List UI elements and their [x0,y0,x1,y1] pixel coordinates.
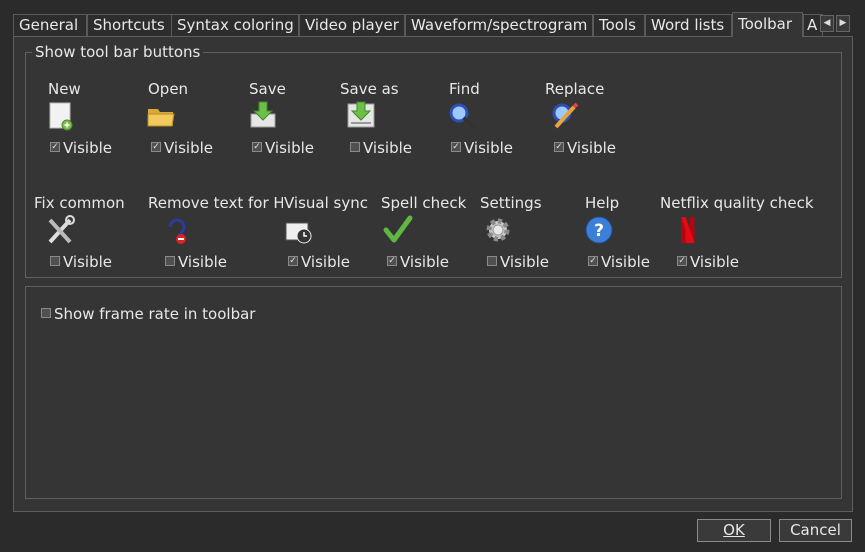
tab-scroll-right-button[interactable]: ▶ [836,15,850,32]
tab-waveform-spectrogram[interactable]: Waveform/spectrogram [405,14,593,36]
button-label-find: Find [449,80,480,98]
checkbox-label: Show frame rate in toolbar [54,305,256,323]
tab-shortcuts[interactable]: Shortcuts [87,14,183,36]
tab-word-lists[interactable]: Word lists [645,14,732,36]
checkbox-box[interactable] [41,308,51,318]
cancel-button[interactable]: Cancel [779,519,852,542]
new-file-icon [47,101,77,131]
ok-button-label: OK [723,521,745,539]
save-as-icon [346,100,376,130]
checkbox-label: Visible [500,253,549,271]
checkbox-box[interactable]: ✓ [50,142,60,152]
button-label-save-as: Save as [340,80,399,98]
tab-toolbar[interactable]: Toolbar [732,12,803,37]
button-label-netflix-quality-check: Netflix quality check [660,194,814,212]
checkbox-box[interactable]: ✓ [451,142,461,152]
tab-tools[interactable]: Tools [593,14,645,36]
button-label-save: Save [249,80,286,98]
button-label-remove-text-for-hi: Remove text for HI [148,194,283,212]
checkbox-label: Visible [301,253,350,271]
replace-icon [550,101,580,131]
checkbox-box[interactable] [487,256,497,266]
arrow-right-icon: ▶ [839,18,847,28]
checkbox-label: Visible [690,253,739,271]
tab-bar: General Shortcuts Syntax coloring Video … [13,12,853,37]
tab-syntax-coloring[interactable]: Syntax coloring [171,14,299,36]
gear-icon [483,215,513,245]
clapper-clock-icon [284,215,314,245]
button-label-open: Open [148,80,189,98]
toolbar-buttons-group: Show tool bar buttons New ✓ Visible Open… [25,44,842,278]
checkbox-label: Visible [601,253,650,271]
checkbox-box[interactable]: ✓ [588,256,598,266]
tab-general[interactable]: General [13,14,87,36]
checkbox-box[interactable]: ✓ [677,256,687,266]
frame-rate-panel: Show frame rate in toolbar [25,286,842,499]
remove-hi-icon [161,215,191,245]
magnifier-icon [447,101,477,131]
button-label-settings: Settings [480,194,542,212]
checkbox-box[interactable] [165,256,175,266]
checkbox-box[interactable]: ✓ [151,142,161,152]
folder-icon [146,101,176,131]
toolbar-settings-page: Show tool bar buttons New ✓ Visible Open… [13,36,853,512]
checkbox-label: Visible [363,139,412,157]
checkbox-box[interactable] [50,256,60,266]
checkmark-icon [383,215,413,245]
tab-video-player[interactable]: Video player [299,14,405,36]
checkbox-box[interactable] [350,142,360,152]
checkbox-label: Visible [63,253,112,271]
button-label-replace: Replace [545,80,605,98]
tab-scroll-left-button[interactable]: ◀ [820,15,834,32]
button-label-new: New [48,80,81,98]
checkbox-label: Visible [178,253,227,271]
button-label-spell-check: Spell check [381,194,467,212]
button-label-visual-sync: Visual sync [284,194,368,212]
checkbox-box[interactable]: ✓ [554,142,564,152]
ok-button[interactable]: OK [697,519,771,542]
checkbox-label: Visible [164,139,213,157]
svg-text:?: ? [594,221,604,241]
checkbox-label: Visible [400,253,449,271]
checkbox-label: Visible [567,139,616,157]
checkbox-box[interactable]: ✓ [387,256,397,266]
tools-icon [46,215,76,245]
checkbox-box[interactable]: ✓ [288,256,298,266]
group-title: Show tool bar buttons [32,44,204,60]
save-icon [248,100,278,130]
checkbox-label: Visible [63,139,112,157]
button-label-help: Help [585,194,620,212]
netflix-icon [673,215,703,245]
help-icon: ? [584,215,614,245]
cancel-button-label: Cancel [790,521,841,539]
checkbox-label: Visible [464,139,513,157]
checkbox-box[interactable]: ✓ [252,142,262,152]
arrow-left-icon: ◀ [823,18,831,28]
checkbox-label: Visible [265,139,314,157]
button-label-fix-common: Fix common [34,194,125,212]
